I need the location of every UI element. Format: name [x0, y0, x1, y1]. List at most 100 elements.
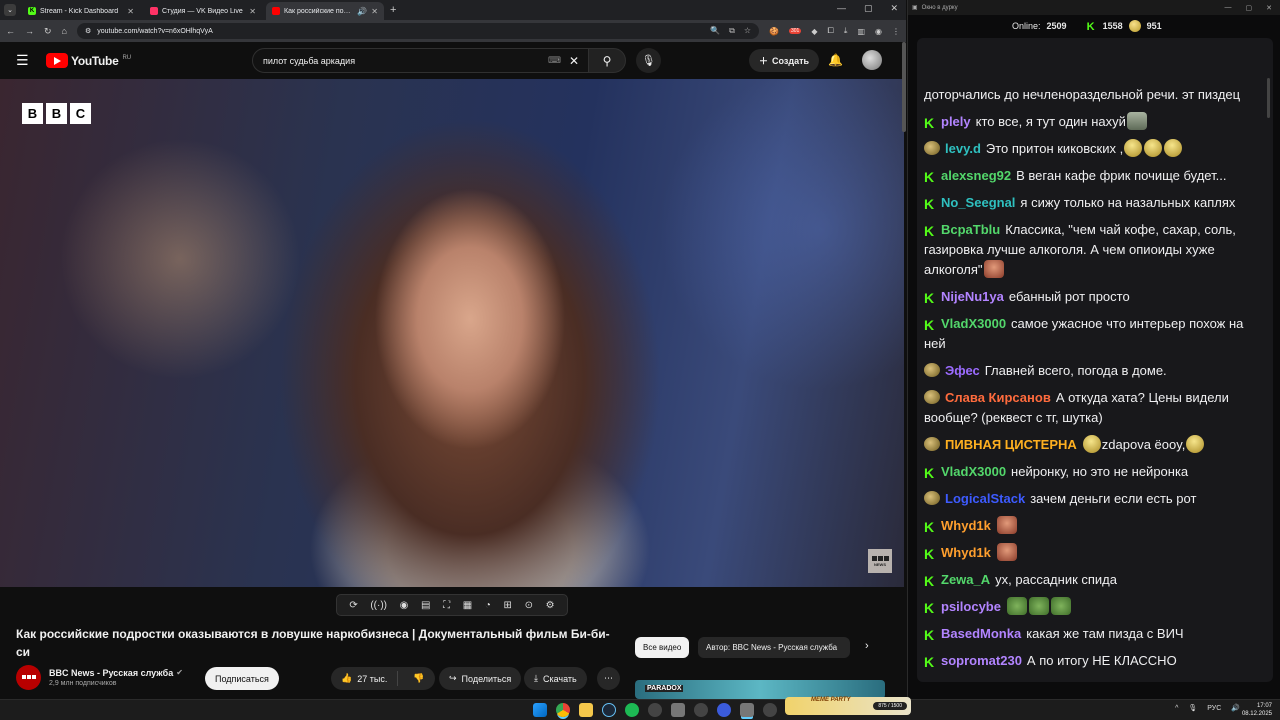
tab-kick-dashboard[interactable]: K Stream - Kick Dashboard ✕: [22, 2, 140, 20]
tray-overflow-icon[interactable]: ^: [1175, 705, 1178, 712]
app-icon[interactable]: [671, 703, 685, 717]
page-scrollbar[interactable]: [902, 42, 906, 132]
clock[interactable]: 17:07 08.12.2025: [1242, 702, 1272, 718]
create-button[interactable]: ＋ Создать: [749, 49, 820, 72]
chrome-icon[interactable]: [556, 703, 570, 717]
channel-avatar[interactable]: [16, 664, 41, 690]
broadcast-icon[interactable]: ((·)): [370, 600, 387, 611]
reload-icon[interactable]: ↻: [44, 26, 52, 37]
profile-icon[interactable]: ◉: [875, 27, 882, 36]
close-icon[interactable]: ✕: [371, 7, 378, 16]
chat-username[interactable]: sopromat230: [941, 653, 1022, 668]
sidebar-icon[interactable]: ▥: [857, 27, 865, 36]
minimize-button[interactable]: —: [1225, 4, 1232, 12]
share-button[interactable]: ↪ Поделиться: [439, 667, 522, 690]
chat-username[interactable]: NijeNu1ya: [941, 289, 1004, 304]
bbc-news-corner-logo[interactable]: NEWS: [868, 549, 892, 573]
tab-search-button[interactable]: ⌄: [4, 4, 16, 16]
chat-username[interactable]: psilocybe: [941, 599, 1001, 614]
menu-dots-icon[interactable]: ⋮: [892, 27, 900, 36]
extensions-puzzle-icon[interactable]: ⧠: [828, 26, 834, 36]
download-icon[interactable]: ⤓: [844, 26, 848, 36]
chat-username[interactable]: No_Seegnal: [941, 195, 1015, 210]
address-bar[interactable]: ⚙ youtube.com/watch?v=n6xOHlhqVyA 🔍 ⧉ ☆: [76, 23, 760, 39]
app-icon[interactable]: [763, 703, 777, 717]
chat-username[interactable]: Whyd1k: [941, 545, 991, 560]
site-info-icon[interactable]: ⚙: [85, 27, 91, 35]
spotify-icon[interactable]: [625, 703, 639, 717]
language-indicator[interactable]: РУС: [1207, 705, 1221, 712]
keyboard-icon[interactable]: ⌨: [548, 55, 561, 66]
like-button[interactable]: 👍 27 тыс.: [331, 671, 399, 686]
extension-icon[interactable]: ◆: [811, 27, 817, 36]
back-icon[interactable]: ←: [6, 26, 15, 36]
video-player[interactable]: B B C NEWS: [0, 79, 904, 587]
loop-icon[interactable]: ⟳: [349, 600, 357, 611]
obs-icon[interactable]: [648, 703, 662, 717]
windows-start-icon[interactable]: [533, 703, 547, 717]
chip-author[interactable]: Автор: BBC News - Русская служба: [698, 637, 850, 658]
notifications-bell-icon[interactable]: 🔔: [828, 53, 843, 67]
chat-messages-panel[interactable]: доторчались до нечленораздельной речи. э…: [917, 38, 1273, 682]
fullscreen-icon[interactable]: ⛶: [443, 600, 450, 611]
app-icon[interactable]: [717, 703, 731, 717]
home-icon[interactable]: ⌂: [62, 26, 67, 36]
chat-username[interactable]: levy.d: [945, 141, 981, 156]
chat-username[interactable]: BasedMonka: [941, 626, 1021, 641]
clear-search-icon[interactable]: ✕: [569, 54, 579, 68]
voice-search-button[interactable]: 🎙: [636, 48, 661, 73]
eye-icon[interactable]: ◉: [400, 600, 409, 611]
zoom-icon[interactable]: 🔍: [710, 26, 720, 36]
chat-username[interactable]: plely: [941, 114, 971, 129]
dislike-button[interactable]: 👎: [403, 673, 434, 684]
hamburger-menu-icon[interactable]: ☰: [16, 52, 36, 69]
app-icon[interactable]: [694, 703, 708, 717]
search-button[interactable]: ⚲: [588, 48, 626, 73]
bookmark-star-icon[interactable]: ☆: [744, 26, 751, 36]
extension-icon[interactable]: 🍪: [769, 27, 779, 36]
chat-username[interactable]: LogicalStack: [945, 491, 1025, 506]
speed-icon[interactable]: ◔: [485, 600, 491, 611]
chat-username[interactable]: BcpaTblu: [941, 222, 1000, 237]
close-window-button[interactable]: ✕: [1266, 4, 1272, 12]
screenshot-camera-icon[interactable]: ⊙: [525, 600, 533, 611]
account-avatar[interactable]: [862, 50, 882, 70]
close-icon[interactable]: ✕: [127, 7, 134, 16]
clapper-icon[interactable]: ▤: [421, 600, 430, 611]
steam-icon[interactable]: [602, 703, 616, 717]
download-button[interactable]: ⤓ Скачать: [524, 667, 587, 690]
install-app-icon[interactable]: ⧉: [729, 26, 735, 36]
search-input[interactable]: пилот судьба аркадия ⌨ ✕: [252, 48, 590, 73]
maximize-button[interactable]: ▢: [864, 3, 873, 14]
minimize-button[interactable]: —: [837, 3, 846, 14]
chat-username[interactable]: ПИВНАЯ ЦИСТЕРНА: [945, 437, 1077, 452]
app-icon[interactable]: [740, 703, 754, 717]
speaker-icon[interactable]: 🔊: [357, 7, 367, 16]
add-frame-icon[interactable]: ⊞: [504, 600, 512, 611]
chat-username[interactable]: VladX3000: [941, 464, 1006, 479]
forward-icon[interactable]: →: [25, 26, 34, 36]
volume-icon[interactable]: 🔊: [1231, 704, 1240, 712]
more-actions-button[interactable]: ⋯: [597, 667, 620, 690]
meme-party-widget[interactable]: MEME PARTY 875 / 1500: [785, 697, 911, 715]
chat-username[interactable]: Слава Кирсанов: [945, 390, 1051, 405]
settings-gear-icon[interactable]: ⚙: [546, 600, 555, 611]
cinema-icon[interactable]: ▦: [463, 600, 472, 611]
chevron-right-icon[interactable]: ›: [865, 640, 869, 652]
chat-username[interactable]: VladX3000: [941, 316, 1006, 331]
subscribe-button[interactable]: Подписаться: [205, 667, 279, 690]
chat-username[interactable]: Zewa_A: [941, 572, 990, 587]
mic-icon[interactable]: 🎙: [1188, 704, 1197, 712]
tab-youtube[interactable]: Как российские подростки оказываются в л…: [266, 2, 384, 20]
maximize-button[interactable]: ▢: [1246, 4, 1253, 12]
chip-all-videos[interactable]: Все видео: [635, 637, 690, 658]
close-icon[interactable]: ✕: [249, 7, 256, 16]
chat-scrollbar[interactable]: [1267, 78, 1270, 118]
chat-username[interactable]: Whyd1k: [941, 518, 991, 533]
close-window-button[interactable]: ✕: [890, 3, 898, 14]
tab-vk-video[interactable]: Студия — VK Видео Live ✕: [144, 2, 262, 20]
channel-name[interactable]: BBC News - Русская служба: [49, 668, 173, 678]
new-tab-button[interactable]: +: [390, 4, 396, 16]
chat-username[interactable]: Эфес: [945, 363, 980, 378]
youtube-logo[interactable]: YouTube RU: [46, 53, 131, 68]
